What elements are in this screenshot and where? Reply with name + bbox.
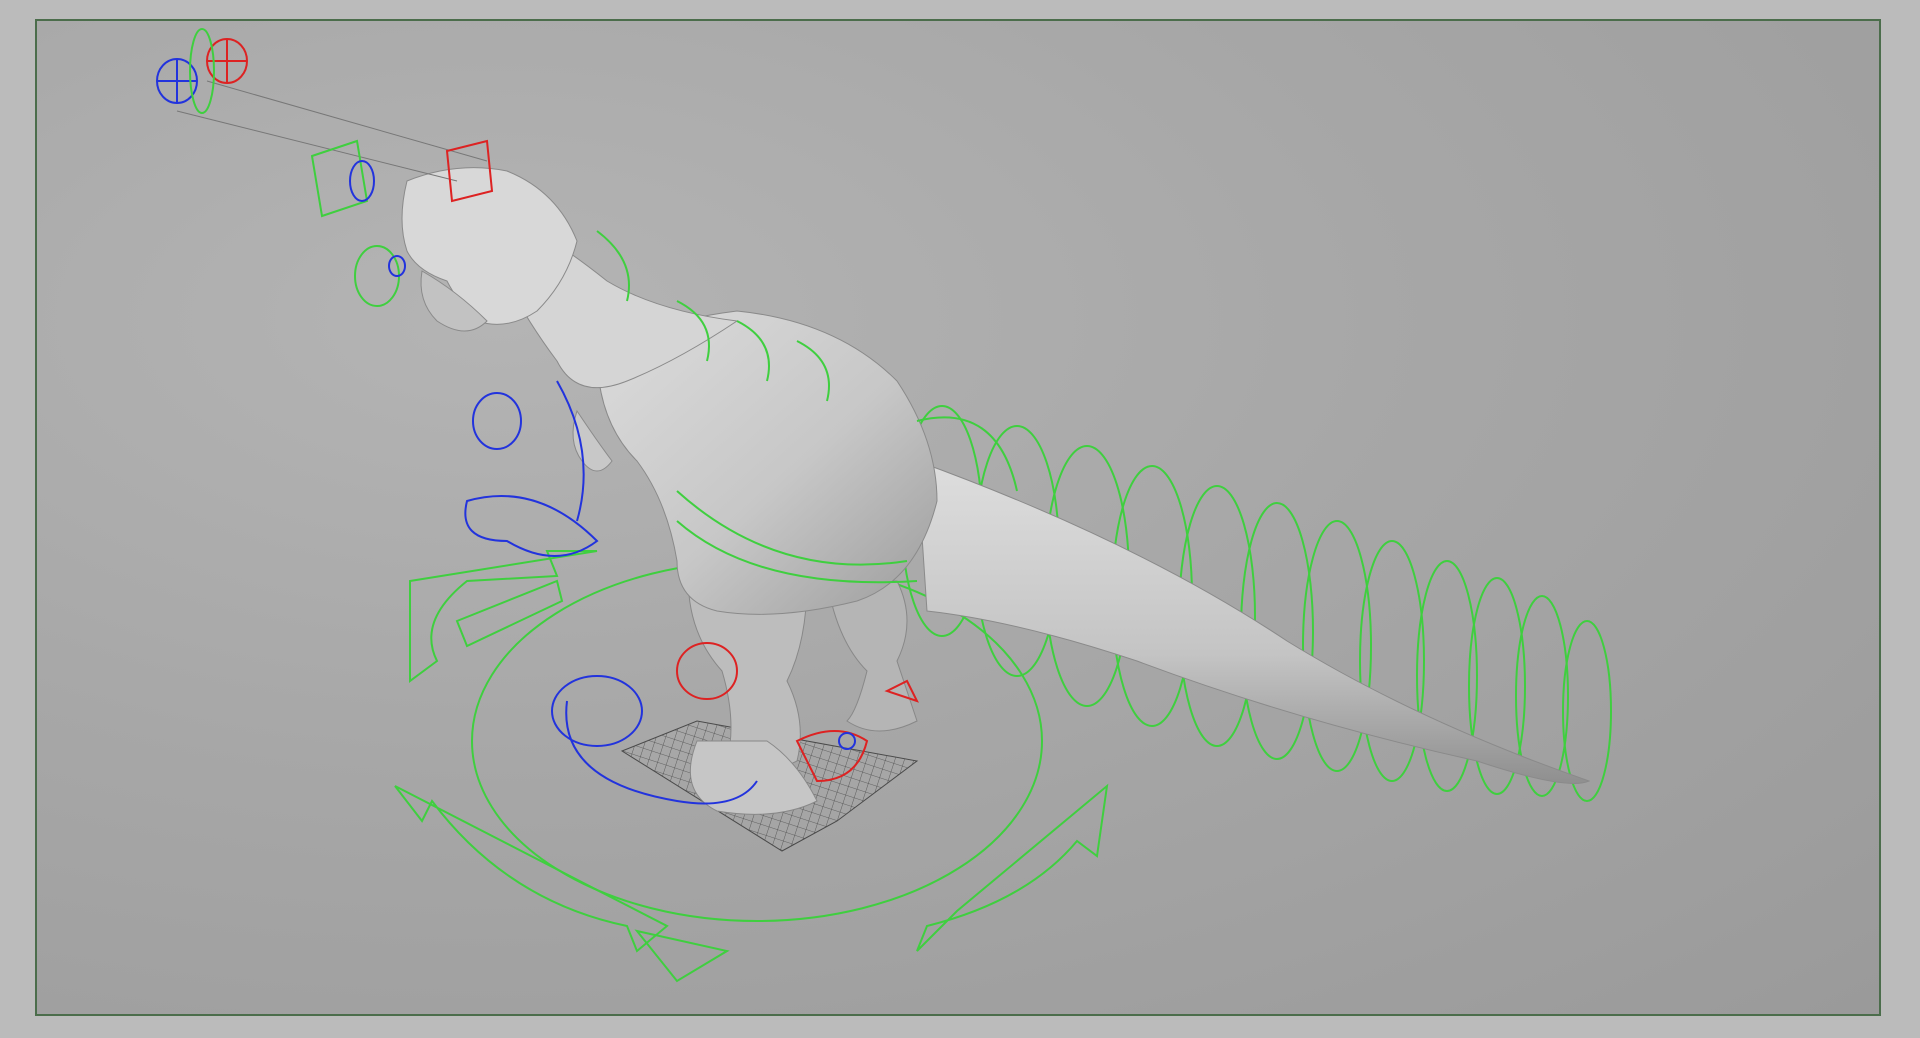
hand-ctrl-left[interactable] <box>472 392 522 450</box>
eye-aim-line-2 <box>176 110 458 182</box>
maya-viewport-window <box>0 0 1920 1038</box>
move-arrow-bottom-left[interactable] <box>394 785 669 953</box>
arm-fk-ctrl[interactable] <box>464 495 599 557</box>
scene-canvas[interactable] <box>37 21 1881 1016</box>
jaw-ctrl[interactable] <box>354 245 400 307</box>
tail-mesh[interactable] <box>916 460 1591 784</box>
knee-pole-ctrl[interactable] <box>838 732 856 750</box>
trex-mesh[interactable] <box>401 167 1591 815</box>
arm-mesh[interactable] <box>572 409 613 472</box>
move-arrow-top-left[interactable] <box>409 550 598 683</box>
arm-controls[interactable] <box>464 380 599 557</box>
eye-aim-line-1 <box>206 80 488 162</box>
head-ctrl[interactable] <box>310 139 369 218</box>
viewport-3d[interactable] <box>35 19 1881 1016</box>
eye-aim-controls[interactable] <box>156 28 488 182</box>
move-arrow-bottom-right[interactable] <box>916 783 1109 952</box>
world-label-glyphs <box>455 579 564 648</box>
eye-aim-master[interactable] <box>189 28 215 114</box>
